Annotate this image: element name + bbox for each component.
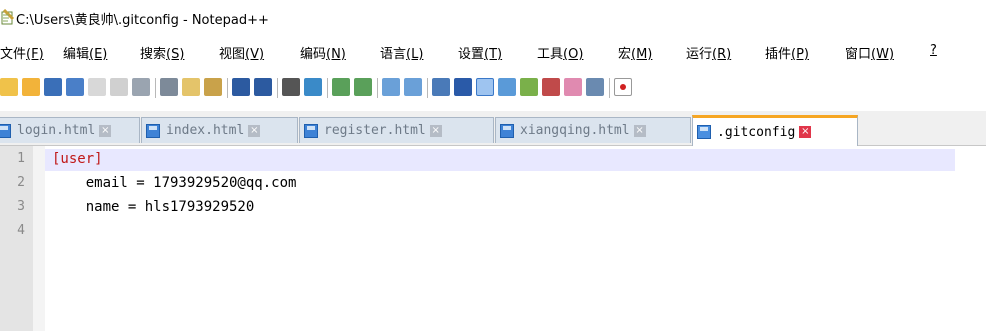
- paste-icon[interactable]: [204, 78, 222, 96]
- cut-icon[interactable]: [160, 78, 178, 96]
- doc-map-icon[interactable]: [498, 78, 516, 96]
- zoom-in-icon[interactable]: [332, 78, 350, 96]
- line-number-gutter: 1 2 3 4: [0, 146, 34, 331]
- tab-close-icon[interactable]: ×: [799, 126, 812, 138]
- menu-view[interactable]: 视图(V): [219, 43, 264, 62]
- tab-login-html[interactable]: login.html ×: [0, 117, 140, 143]
- find-icon[interactable]: [282, 78, 300, 96]
- new-file-icon[interactable]: [0, 78, 18, 96]
- code-line[interactable]: name = hls1793929520: [52, 199, 255, 215]
- editor-area[interactable]: 1 2 3 4 [user] email = 1793929520@qq.com…: [0, 146, 986, 331]
- menu-tools[interactable]: 工具(O): [537, 43, 583, 62]
- tab-bar: login.html × index.html × register.html …: [0, 111, 986, 146]
- monitoring-icon[interactable]: [564, 78, 582, 96]
- toolbar-separator: [427, 78, 428, 98]
- tab-label: login.html: [17, 123, 96, 138]
- save-all-icon[interactable]: [66, 78, 84, 96]
- window-title: C:\Users\黄良帅\.gitconfig - Notepad++: [16, 13, 269, 28]
- tab-close-icon[interactable]: ×: [248, 124, 261, 137]
- toolbar-separator: [227, 78, 228, 98]
- line-number: 4: [17, 223, 25, 238]
- file-saved-icon: [500, 123, 514, 138]
- file-saved-icon: [146, 123, 160, 138]
- line-number: 3: [17, 199, 25, 214]
- replace-icon[interactable]: [304, 78, 322, 96]
- tab-label: index.html: [166, 123, 245, 138]
- menu-settings[interactable]: 设置(T): [458, 43, 502, 62]
- menu-file[interactable]: 文件(F): [0, 43, 44, 62]
- code-line[interactable]: email = 1793929520@qq.com: [52, 175, 297, 191]
- toolbar-separator: [155, 78, 156, 98]
- tab-close-icon[interactable]: ×: [99, 124, 112, 137]
- line-number: 2: [17, 175, 25, 190]
- copy-icon[interactable]: [182, 78, 200, 96]
- record-macro-icon[interactable]: [614, 78, 632, 96]
- zoom-out-icon[interactable]: [354, 78, 372, 96]
- file-saved-icon: [304, 123, 318, 138]
- tab-label: register.html: [324, 123, 426, 138]
- tab-close-icon[interactable]: ×: [429, 124, 442, 137]
- menu-plugins[interactable]: 插件(P): [765, 43, 809, 62]
- function-list-icon[interactable]: [520, 78, 538, 96]
- toolbar-separator: [609, 78, 610, 98]
- menu-window[interactable]: 窗口(W): [845, 43, 894, 62]
- title-bar: C:\Users\黄良帅\.gitconfig - Notepad++: [0, 0, 986, 34]
- menu-language[interactable]: 语言(L): [380, 43, 423, 62]
- tab-label: xiangqing.html: [520, 123, 630, 138]
- toolbar-separator: [377, 78, 378, 98]
- tab-label: .gitconfig: [717, 124, 796, 140]
- menu-run[interactable]: 运行(R): [686, 43, 731, 62]
- current-line-highlight: [45, 149, 955, 171]
- record-dot-icon: [620, 84, 626, 90]
- sync-vertical-icon[interactable]: [382, 78, 400, 96]
- menu-bar: 文件(F) 编辑(E) 搜索(S) 视图(V) 编码(N) 语言(L) 设置(T…: [0, 38, 986, 64]
- tab-gitconfig[interactable]: .gitconfig ×: [692, 115, 858, 146]
- menu-help[interactable]: ?: [930, 43, 937, 58]
- indent-guide-icon[interactable]: [476, 78, 494, 96]
- file-saved-icon: [0, 123, 11, 138]
- tab-xiangqing-html[interactable]: xiangqing.html ×: [495, 117, 691, 143]
- tab-close-icon[interactable]: ×: [633, 124, 646, 137]
- notepadpp-app-icon: [1, 9, 15, 25]
- undo-icon[interactable]: [232, 78, 250, 96]
- word-wrap-icon[interactable]: [432, 78, 450, 96]
- redo-icon[interactable]: [254, 78, 272, 96]
- menu-macro[interactable]: 宏(M): [618, 43, 652, 62]
- sync-horizontal-icon[interactable]: [404, 78, 422, 96]
- close-icon[interactable]: [88, 78, 106, 96]
- toolbar-separator: [327, 78, 328, 98]
- menu-edit[interactable]: 编辑(E): [63, 43, 107, 62]
- save-icon[interactable]: [44, 78, 62, 96]
- show-all-chars-icon[interactable]: [454, 78, 472, 96]
- code-line-section-header[interactable]: [user]: [52, 151, 103, 167]
- eye-icon[interactable]: [586, 78, 604, 96]
- menu-search[interactable]: 搜索(S): [140, 43, 184, 62]
- toolbar: [0, 68, 986, 106]
- print-icon[interactable]: [132, 78, 150, 96]
- toolbar-separator: [277, 78, 278, 98]
- tab-index-html[interactable]: index.html ×: [141, 117, 298, 143]
- tab-register-html[interactable]: register.html ×: [299, 117, 494, 143]
- fold-margin[interactable]: [33, 146, 45, 331]
- open-file-icon[interactable]: [22, 78, 40, 96]
- line-number: 1: [17, 151, 25, 166]
- file-saved-icon: [697, 125, 711, 139]
- folder-workspace-icon[interactable]: [542, 78, 560, 96]
- menu-encoding[interactable]: 编码(N): [300, 43, 346, 62]
- close-all-icon[interactable]: [110, 78, 128, 96]
